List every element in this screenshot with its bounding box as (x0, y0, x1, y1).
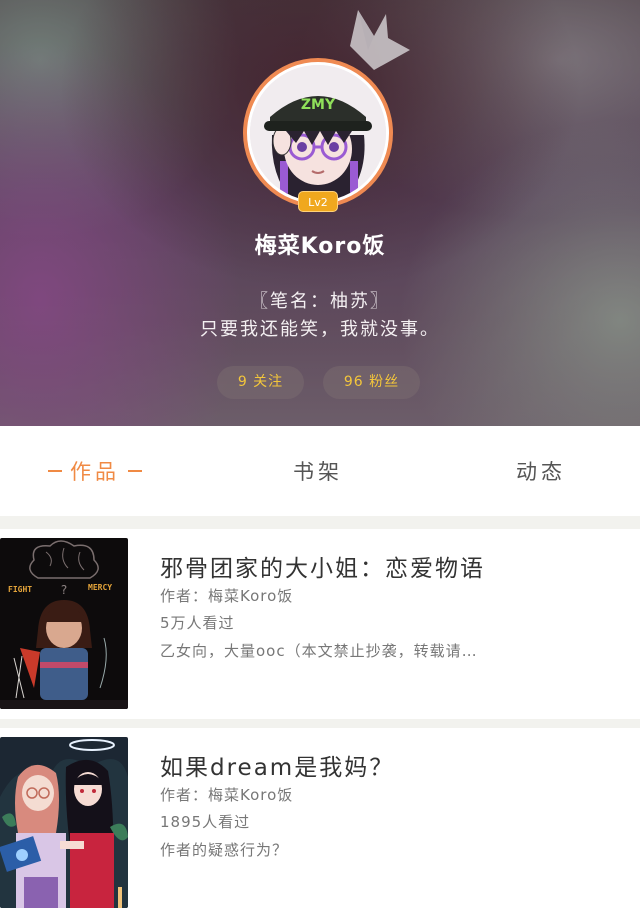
work-list-item[interactable]: ? FIGHT MERCY 邪骨团家的大小姐：恋爱物语 作者：梅菜Koro饭 5… (0, 529, 640, 719)
following-count-button[interactable]: 9 关注 (217, 366, 304, 399)
work-author: 作者：梅菜Koro饭 (160, 587, 294, 605)
tab-active-dash-left (48, 470, 62, 472)
level-badge: Lv2 (298, 191, 338, 212)
avatar[interactable]: ZMY (243, 58, 393, 208)
pen-name: 〖笔名：柚苏〗 (250, 291, 390, 312)
tab-works-label: 作品 (70, 460, 120, 484)
work-cover (0, 737, 128, 908)
work-cover: ? FIGHT MERCY (0, 538, 128, 709)
tab-bookshelf[interactable]: 书架 (243, 426, 393, 516)
tab-works[interactable]: 作品 (20, 426, 170, 516)
cover-label-left: FIGHT (8, 585, 32, 594)
svg-text:?: ? (61, 583, 67, 597)
work-views: 5万人看过 (160, 614, 235, 632)
work-author: 作者：梅菜Koro饭 (160, 786, 294, 804)
fans-count-button[interactable]: 96 粉丝 (323, 366, 420, 399)
tab-active-dash-right (128, 470, 142, 472)
cover-label-right: MERCY (88, 583, 112, 592)
username: 梅菜Koro饭 (254, 234, 386, 259)
tab-moments[interactable]: 动态 (466, 426, 616, 516)
work-title: 邪骨团家的大小姐：恋爱物语 (160, 556, 485, 582)
crown-icon (350, 10, 410, 70)
work-views: 1895人看过 (160, 813, 251, 831)
bio-text: 只要我还能笑，我就没事。 (200, 319, 440, 340)
work-summary: 作者的疑惑行为？ (160, 841, 289, 859)
work-summary: 乙女向，大量ooc（本文禁止抄袭，转载请… (160, 642, 478, 660)
work-title: 如果dream是我妈？ (160, 755, 395, 781)
svg-text:ZMY: ZMY (301, 97, 336, 113)
profile-tabs: 作品 书架 动态 (0, 426, 640, 516)
profile-header: ZMY Lv2 梅菜Koro饭 〖笔名：柚苏〗 只要我还能笑，我就没事。 9 关… (0, 0, 640, 426)
avatar-image: ZMY (247, 62, 389, 204)
work-list-item[interactable]: 如果dream是我妈？ 作者：梅菜Koro饭 1895人看过 作者的疑惑行为？ (0, 728, 640, 918)
